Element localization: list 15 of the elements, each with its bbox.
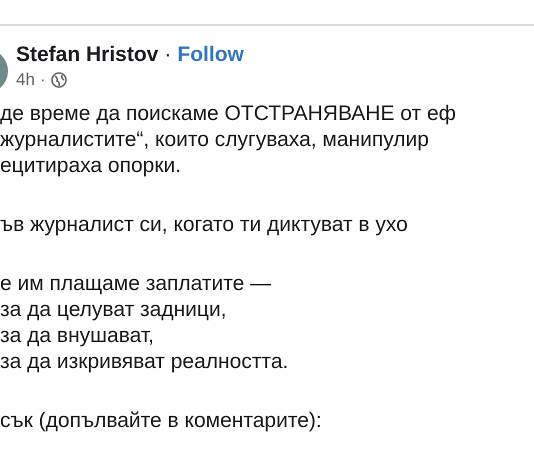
post-text-line: сък (допълвайте в коментарите): xyxy=(0,408,322,434)
post-text-line: за да изкривяват реалността. xyxy=(0,349,288,375)
post-text-line: е им плащаме заплатите — xyxy=(0,271,272,297)
post-time[interactable]: 4h xyxy=(16,70,35,90)
globe-icon xyxy=(50,72,67,88)
post-text-line: ецитираха опорки. xyxy=(0,153,182,179)
post-text-line: де време да поискаме ОТСТРАНЯВАНЕ от еф xyxy=(0,101,456,127)
post-text-line: ъв журналист си, когато ти диктуват в ухо xyxy=(0,212,408,238)
post-text-line: за да внушават, xyxy=(0,323,154,349)
separator-dot: · xyxy=(164,43,172,67)
follow-link[interactable]: Follow xyxy=(177,43,244,67)
separator-dot: · xyxy=(40,70,46,90)
post-text-line: за да целуват задници, xyxy=(0,297,227,323)
author-name[interactable]: Stefan Hristov xyxy=(16,43,158,67)
post-text-line: журналистите“, които слугуваха, манипулир xyxy=(0,127,429,153)
